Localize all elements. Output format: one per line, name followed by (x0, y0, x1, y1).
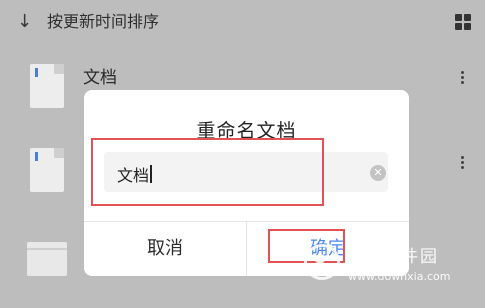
doc-file-icon (30, 148, 64, 192)
more-icon[interactable] (459, 154, 465, 171)
sort-bar[interactable]: ↓ 按更新时间排序 (0, 0, 485, 46)
folder-icon (27, 242, 67, 276)
more-icon[interactable] (459, 69, 465, 86)
watermark: 当下软件园 www.downxia.com (300, 240, 485, 308)
sort-label[interactable]: 按更新时间排序 (47, 11, 159, 33)
watermark-url: www.downxia.com (348, 270, 451, 283)
sort-arrow-icon[interactable]: ↓ (17, 12, 32, 32)
watermark-logo-icon (304, 244, 340, 280)
clear-icon[interactable]: ✕ (370, 165, 386, 181)
list-item-title: 文档 (83, 68, 117, 88)
watermark-name: 当下软件园 (344, 247, 439, 267)
highlight-box-input (91, 138, 324, 206)
grid-view-icon[interactable] (455, 14, 471, 30)
cancel-button[interactable]: 取消 (84, 222, 246, 276)
doc-file-icon (30, 64, 64, 108)
